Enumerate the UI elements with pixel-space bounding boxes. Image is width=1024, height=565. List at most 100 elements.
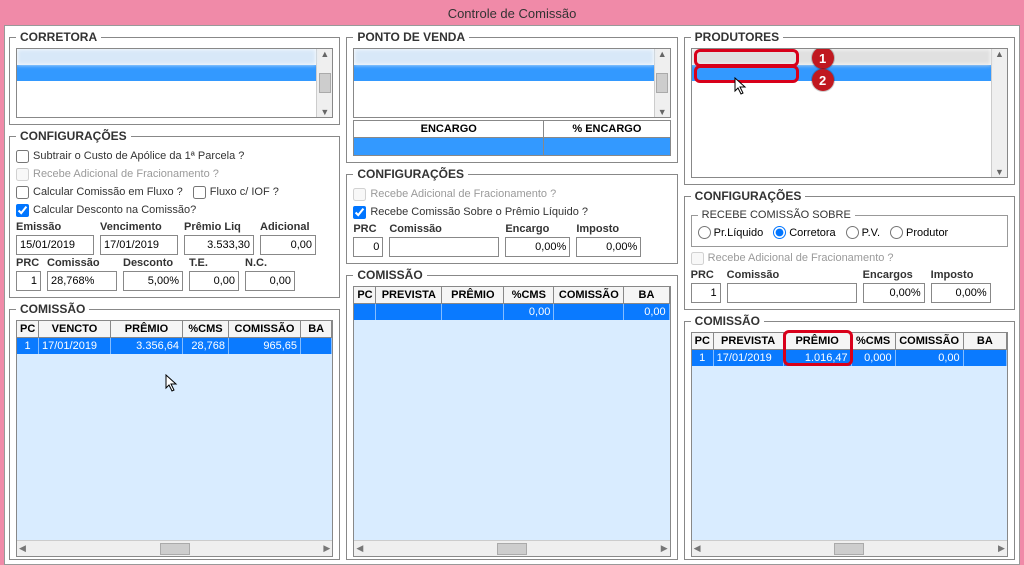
col-cms: %CMS — [183, 321, 229, 337]
input-prc-prod[interactable] — [691, 283, 721, 303]
lbl-premio-liq: Prêmio Liq — [184, 221, 254, 235]
app-frame: CORRETORA ▲▼ CONFIGURAÇÕES Subtrair o Cu… — [4, 25, 1020, 565]
lbl-te: T.E. — [189, 257, 239, 271]
radio-produtor[interactable]: Produtor — [890, 226, 948, 239]
col-premio: PRÊMIO — [442, 287, 504, 303]
input-prc-pdv[interactable] — [353, 237, 383, 257]
input-emissao[interactable] — [16, 235, 94, 255]
list-item[interactable] — [692, 49, 991, 65]
pdv-legend: PONTO DE VENDA — [353, 30, 469, 44]
comissao1-fieldset: COMISSÃO PC VENCTO PRÊMIO %CMS COMISSÃO … — [9, 302, 340, 560]
cb-subtrair-custo[interactable]: Subtrair o Custo de Apólice da 1ª Parcel… — [16, 147, 333, 165]
column-produtores: PRODUTORES ▲▼ 1 2 CONFIGURAÇÕES RECEBE C… — [684, 30, 1015, 560]
col-ba: BA — [964, 333, 1007, 349]
scrollbar-horizontal[interactable]: ◀▶ — [692, 540, 1007, 556]
comissao3-fieldset: COMISSÃO PC PREVISTA PRÊMIO %CMS COMISSÃ… — [684, 314, 1015, 560]
cb-calcular-fluxo[interactable]: Calcular Comissão em Fluxo ? — [16, 183, 183, 201]
scrollbar-vertical[interactable]: ▲▼ — [991, 49, 1007, 177]
config3-legend: CONFIGURAÇÕES — [691, 189, 806, 203]
radio-corretora[interactable]: Corretora — [773, 226, 835, 239]
scrollbar-horizontal[interactable]: ◀▶ — [354, 540, 669, 556]
encargo-table: ENCARGO% ENCARGO — [353, 120, 670, 156]
lbl-desconto: Desconto — [123, 257, 183, 271]
config2-fieldset: CONFIGURAÇÕES Recebe Adicional de Fracio… — [346, 167, 677, 264]
scrollbar-vertical[interactable]: ▲▼ — [316, 49, 332, 117]
input-prc[interactable] — [16, 271, 41, 291]
col-comissao: COMISSÃO — [896, 333, 964, 349]
list-item-selected[interactable] — [17, 65, 316, 81]
list-item-selected[interactable] — [354, 65, 653, 81]
lbl-encargo-pdv: Encargo — [505, 223, 570, 237]
cb-fluxo-iof[interactable]: Fluxo c/ IOF ? — [193, 183, 279, 201]
lbl-prc-pdv: PRC — [353, 223, 383, 237]
lbl-prc-prod: PRC — [691, 269, 721, 283]
table-row[interactable]: 1 17/01/2019 3.356,64 28,768 965,65 — [17, 338, 332, 354]
recebe-sobre-legend: RECEBE COMISSÃO SOBRE — [698, 209, 855, 221]
column-corretora: CORRETORA ▲▼ CONFIGURAÇÕES Subtrair o Cu… — [9, 30, 340, 560]
comissao2-fieldset: COMISSÃO PC PREVISTA PRÊMIO %CMS COMISSÃ… — [346, 268, 677, 560]
cell-encargo[interactable] — [354, 138, 544, 156]
produtores-fieldset: PRODUTORES ▲▼ 1 2 — [684, 30, 1015, 185]
config1-legend: CONFIGURAÇÕES — [16, 129, 131, 143]
lbl-comissao-prod: Comissão — [727, 269, 857, 283]
col-vencto: VENCTO — [39, 321, 111, 337]
lbl-nc: N.C. — [245, 257, 295, 271]
produtores-listbox[interactable]: ▲▼ 1 2 — [691, 48, 1008, 178]
col-pc: PC — [692, 333, 714, 349]
list-item-selected[interactable] — [692, 65, 991, 81]
grid-comissao-pdv[interactable]: PC PREVISTA PRÊMIO %CMS COMISSÃO BA 0,00 — [353, 286, 670, 557]
col-premio: PRÊMIO — [111, 321, 183, 337]
lbl-imposto-pdv: Imposto — [576, 223, 641, 237]
pdv-listbox[interactable]: ▲▼ — [353, 48, 670, 118]
lbl-comissao: Comissão — [47, 257, 117, 271]
grid-comissao-corretora[interactable]: PC VENCTO PRÊMIO %CMS COMISSÃO BA 1 17/0… — [16, 320, 333, 557]
input-comissao-pdv[interactable] — [389, 237, 499, 257]
input-premio-liq[interactable] — [184, 235, 254, 255]
input-te[interactable] — [189, 271, 239, 291]
input-comissao-prod[interactable] — [727, 283, 857, 303]
col-encargo: ENCARGO — [354, 121, 544, 138]
col-cms: %CMS — [852, 333, 896, 349]
comissao2-legend: COMISSÃO — [353, 268, 426, 282]
scrollbar-vertical[interactable]: ▲▼ — [654, 49, 670, 117]
scrollbar-horizontal[interactable]: ◀▶ — [17, 540, 332, 556]
produtores-legend: PRODUTORES — [691, 30, 783, 44]
cb-recebe-adicional: Recebe Adicional de Fracionamento ? — [16, 165, 333, 183]
input-nc[interactable] — [245, 271, 295, 291]
input-encargo-pdv[interactable] — [505, 237, 570, 257]
input-adicional[interactable] — [260, 235, 316, 255]
corretora-fieldset: CORRETORA ▲▼ — [9, 30, 340, 125]
table-row[interactable]: 0,00 0,00 — [354, 304, 669, 320]
col-pc: PC — [354, 287, 376, 303]
recebe-sobre-fieldset: RECEBE COMISSÃO SOBRE Pr.Líquido Correto… — [691, 209, 1008, 247]
column-pdv: PONTO DE VENDA ▲▼ ENCARGO% ENCARGO CONFI… — [346, 30, 677, 560]
col-ba: BA — [301, 321, 332, 337]
input-imposto-pdv[interactable] — [576, 237, 641, 257]
lbl-imposto-prod: Imposto — [931, 269, 991, 283]
config1-fieldset: CONFIGURAÇÕES Subtrair o Custo de Apólic… — [9, 129, 340, 298]
radio-pr-liquido[interactable]: Pr.Líquido — [698, 226, 764, 239]
col-premio: PRÊMIO — [784, 333, 852, 349]
col-ba: BA — [624, 287, 669, 303]
grid-comissao-produtores[interactable]: PC PREVISTA PRÊMIO %CMS COMISSÃO BA 1 17… — [691, 332, 1008, 557]
cb-recebe-com-liq[interactable]: Recebe Comissão Sobre o Prêmio Líquido ? — [353, 203, 670, 221]
list-item[interactable] — [354, 49, 653, 65]
input-desconto[interactable] — [123, 271, 183, 291]
table-row[interactable]: 1 17/01/2019 1.016,47 0,000 0,00 — [692, 350, 1007, 366]
config2-legend: CONFIGURAÇÕES — [353, 167, 468, 181]
list-item[interactable] — [17, 49, 316, 65]
lbl-emissao: Emissão — [16, 221, 94, 235]
radio-pv[interactable]: P.V. — [846, 226, 880, 239]
cell-pct-encargo[interactable] — [544, 138, 671, 156]
input-vencimento[interactable] — [100, 235, 178, 255]
input-comissao[interactable] — [47, 271, 117, 291]
corretora-listbox[interactable]: ▲▼ — [16, 48, 333, 118]
col-comissao: COMISSÃO — [229, 321, 301, 337]
input-encargos-prod[interactable] — [863, 283, 925, 303]
cb-calcular-desconto[interactable]: Calcular Desconto na Comissão? — [16, 201, 333, 219]
lbl-vencimento: Vencimento — [100, 221, 178, 235]
input-imposto-prod[interactable] — [931, 283, 991, 303]
col-cms: %CMS — [504, 287, 554, 303]
comissao3-legend: COMISSÃO — [691, 314, 764, 328]
cb-recebe-adic-prod: Recebe Adicional de Fracionamento ? — [691, 249, 1008, 267]
